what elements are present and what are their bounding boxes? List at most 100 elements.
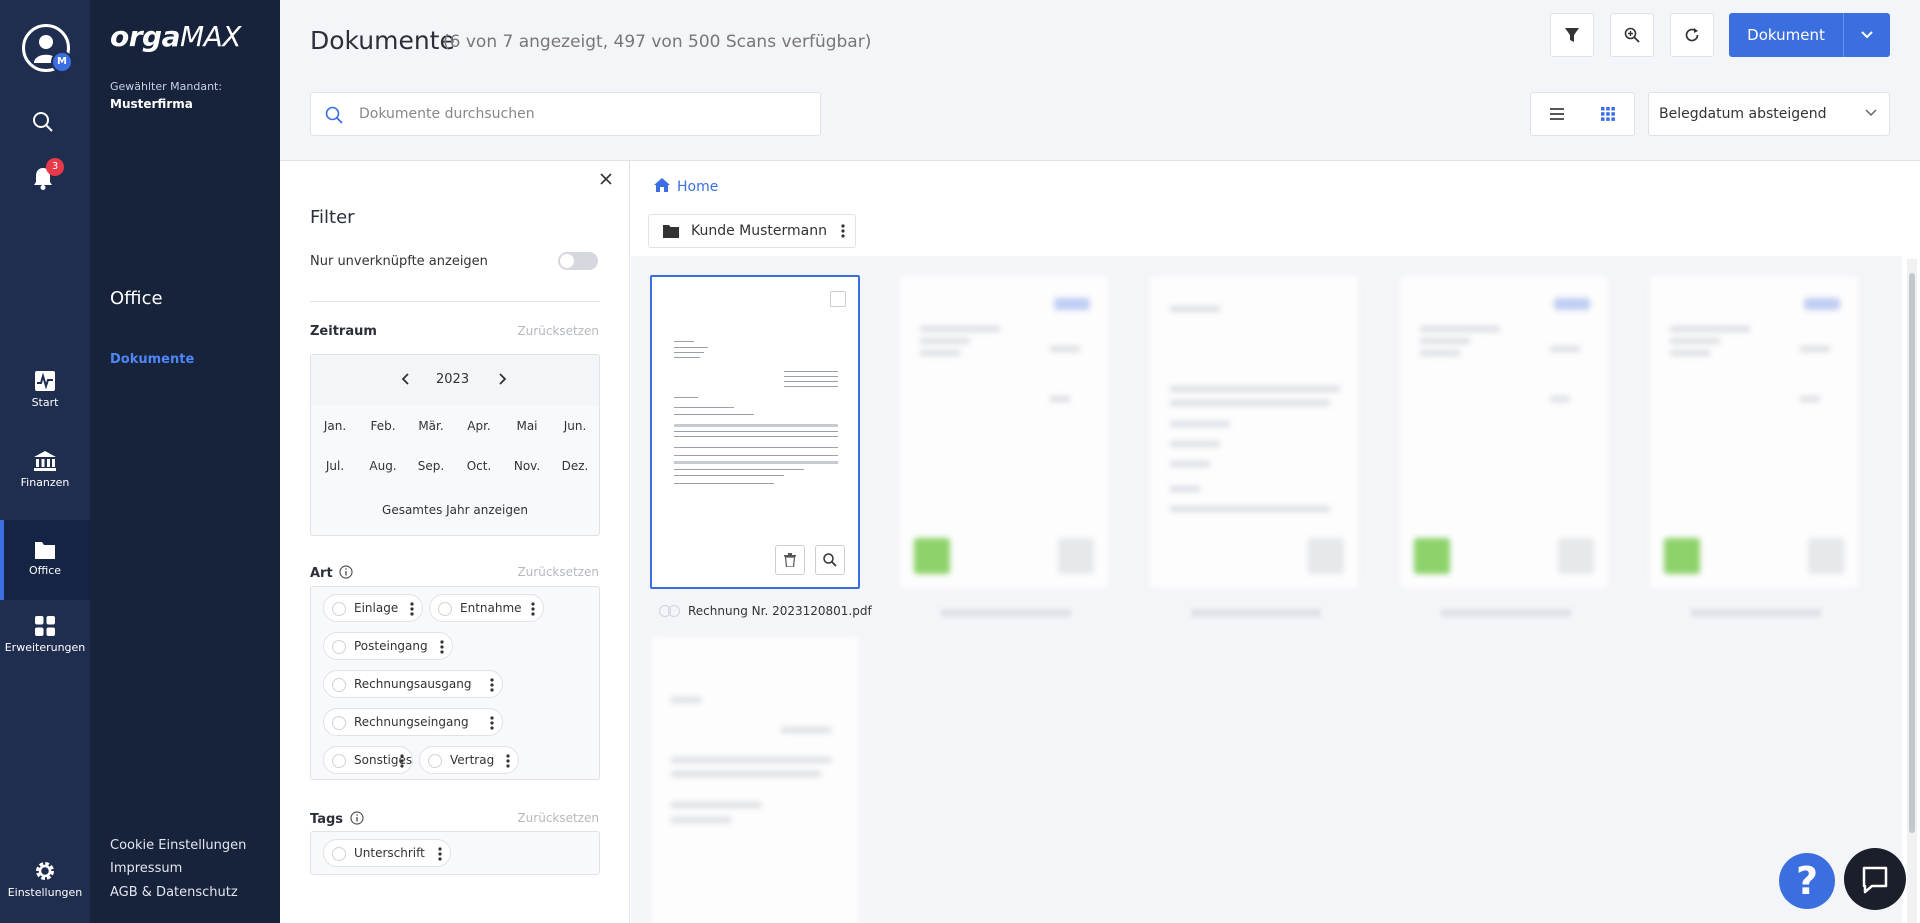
folder-name: Kunde Mustermann (691, 223, 828, 239)
month-feb[interactable]: Feb. (359, 419, 407, 433)
orgamax-logo[interactable]: orgaMAX (110, 20, 241, 53)
help-button[interactable]: ? (1779, 853, 1835, 909)
document-search[interactable] (310, 92, 821, 136)
document-card-blurred[interactable] (650, 636, 860, 923)
more-vertical-icon[interactable] (490, 716, 494, 730)
rail-item-einstellungen[interactable]: Einstellungen (0, 860, 90, 923)
grid-view-button[interactable] (1583, 93, 1635, 135)
rail-item-label: Start (31, 396, 59, 409)
more-vertical-icon[interactable] (490, 678, 494, 692)
chip-radio[interactable] (332, 602, 346, 616)
document-checkbox[interactable] (830, 291, 846, 307)
scrollbar-thumb[interactable] (1909, 273, 1915, 833)
sort-select[interactable]: Belegdatum absteigend (1648, 92, 1890, 136)
month-jul[interactable]: Jul. (311, 459, 359, 473)
more-vertical-icon[interactable] (506, 754, 510, 768)
impressum-link[interactable]: Impressum (110, 861, 182, 876)
chevron-down-icon (1861, 31, 1873, 39)
chip-radio[interactable] (332, 716, 346, 730)
document-card-blurred[interactable] (1149, 275, 1359, 589)
tags-reset[interactable]: Zurücksetzen (517, 811, 599, 825)
month-sep[interactable]: Sep. (407, 459, 455, 473)
chevron-left-icon[interactable] (401, 373, 409, 385)
preview-line (674, 483, 774, 484)
more-vertical-icon[interactable] (440, 640, 444, 654)
gear-icon (36, 862, 54, 880)
art-chip-rechnungsausgang[interactable]: Rechnungsausgang (323, 670, 503, 698)
agb-datenschutz-link[interactable]: AGB & Datenschutz (110, 885, 238, 900)
info-icon[interactable] (349, 811, 364, 825)
art-chip-sonstiges[interactable]: Sonstiges (323, 746, 413, 774)
unlinked-toggle[interactable] (558, 252, 598, 270)
preview-line (674, 447, 838, 448)
month-jan[interactable]: Jan. (311, 419, 359, 433)
file-radio[interactable] (668, 605, 680, 617)
document-card-blurred[interactable] (899, 275, 1109, 589)
document-card-selected[interactable] (650, 275, 860, 589)
user-avatar[interactable]: M (22, 24, 73, 73)
new-document-dropdown[interactable] (1844, 13, 1890, 57)
cookie-settings-link[interactable]: Cookie Einstellungen (110, 838, 246, 853)
mandant-value[interactable]: Musterfirma (110, 97, 193, 111)
preview-line (674, 461, 838, 464)
new-document-label[interactable]: Dokument (1729, 13, 1844, 57)
month-jun[interactable]: Jun. (551, 419, 599, 433)
art-chip-entnahme[interactable]: Entnahme (429, 594, 544, 622)
chat-button[interactable] (1844, 848, 1906, 910)
more-vertical-icon[interactable] (531, 602, 535, 616)
document-filename[interactable]: Rechnung Nr. 2023120801.pdf (659, 604, 872, 618)
month-mai[interactable]: Mai (503, 419, 551, 433)
more-vertical-icon[interactable] (410, 602, 414, 616)
zoom-button[interactable] (1610, 13, 1654, 57)
chip-radio[interactable] (438, 602, 452, 616)
tag-chip-unterschrift[interactable]: Unterschrift (323, 839, 451, 867)
new-document-button[interactable]: Dokument (1729, 13, 1890, 57)
chevron-right-icon[interactable] (499, 373, 507, 385)
chip-radio[interactable] (332, 678, 346, 692)
art-reset[interactable]: Zurücksetzen (517, 565, 599, 579)
preview-button[interactable] (815, 545, 845, 575)
month-dez[interactable]: Dez. (551, 459, 599, 473)
art-chip-vertrag[interactable]: Vertrag (419, 746, 519, 774)
month-mar[interactable]: Mär. (407, 419, 455, 433)
info-icon[interactable] (339, 565, 353, 579)
month-aug[interactable]: Aug. (359, 459, 407, 473)
year-calendar: 2023 Jan. Feb. Mär. Apr. Mai Jun. Jul. A… (310, 354, 600, 536)
rail-item-start[interactable]: Start (0, 370, 90, 450)
month-oct[interactable]: Oct. (455, 459, 503, 473)
search-input[interactable] (359, 103, 799, 125)
month-nov[interactable]: Nov. (503, 459, 551, 473)
chip-radio[interactable] (428, 754, 442, 768)
document-card-blurred[interactable] (1649, 275, 1859, 589)
art-chip-rechnungseingang[interactable]: Rechnungseingang (323, 708, 503, 736)
more-vertical-icon[interactable] (438, 847, 442, 861)
chip-radio[interactable] (332, 847, 346, 861)
document-card-blurred[interactable] (1399, 275, 1609, 589)
rail-item-office[interactable]: Office (0, 520, 90, 600)
preview-line (674, 397, 698, 398)
grid-scrollbar[interactable] (1907, 259, 1917, 923)
month-apr[interactable]: Apr. (455, 419, 503, 433)
more-vertical-icon[interactable] (841, 224, 845, 238)
list-view-button[interactable] (1531, 93, 1583, 135)
search-icon[interactable] (32, 111, 54, 133)
chip-radio[interactable] (332, 640, 346, 654)
filter-button[interactable] (1550, 13, 1594, 57)
chip-radio[interactable] (332, 754, 346, 768)
rail-item-erweiterungen[interactable]: Erweiterungen (0, 615, 90, 695)
filter-title: Filter (310, 207, 355, 228)
refresh-button[interactable] (1670, 13, 1714, 57)
unlinked-label: Nur unverknüpfte anzeigen (310, 254, 488, 269)
delete-button[interactable] (775, 545, 805, 575)
folder-kunde-mustermann[interactable]: Kunde Mustermann (648, 214, 856, 248)
sort-select-value: Belegdatum absteigend (1659, 106, 1827, 122)
more-vertical-icon[interactable] (400, 754, 404, 768)
zeitraum-reset[interactable]: Zurücksetzen (517, 324, 599, 338)
whole-year-button[interactable]: Gesamtes Jahr anzeigen (311, 503, 599, 517)
rail-item-finanzen[interactable]: Finanzen (0, 450, 90, 530)
art-chip-posteingang[interactable]: Posteingang (323, 632, 453, 660)
art-chip-einlage[interactable]: Einlage (323, 594, 423, 622)
sidebar-item-dokumente[interactable]: Dokumente (110, 352, 194, 367)
close-icon[interactable] (600, 173, 612, 185)
breadcrumb-home[interactable]: Home (653, 177, 718, 195)
